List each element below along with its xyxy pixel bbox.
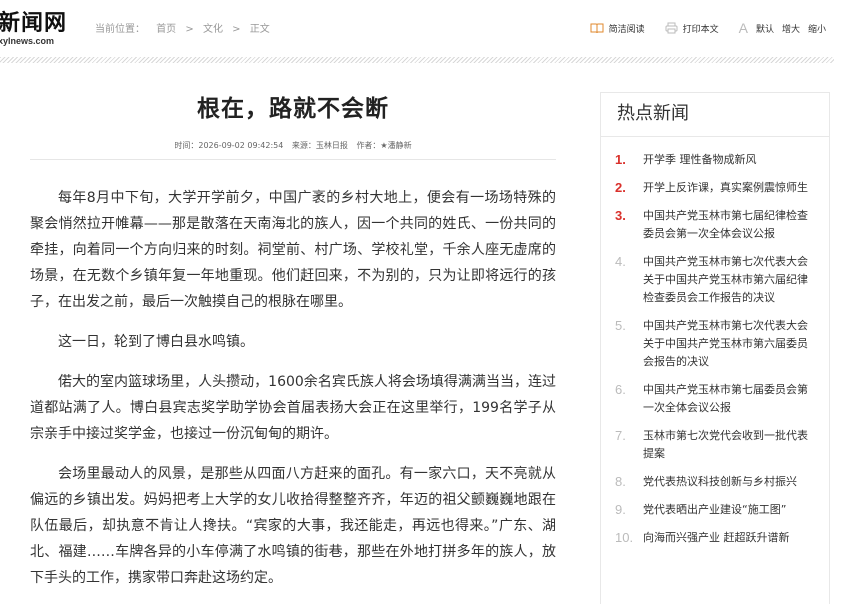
article-source: 来源：玉林日报 [291, 141, 348, 150]
article-meta: 时间：2026-09-02 09:42:54 来源：玉林日报 作者：★潘静新 [30, 140, 556, 151]
hot-news-panel: 热点新闻 1. 开学季 理性备物成新风 2. 开学上反诈课，真实案例震惊师生 3… [600, 92, 830, 604]
hot-news-item[interactable]: 7. 玉林市第七次党代会收到一批代表提案 [615, 427, 815, 463]
breadcrumb-home[interactable]: 首页 [156, 20, 176, 35]
article-paragraph: 这一日，轮到了博白县水鸣镇。 [58, 334, 254, 350]
font-size-icon: A [738, 20, 748, 36]
simple-read-label: 简洁阅读 [608, 24, 645, 35]
hot-news-rank: 4. [615, 254, 626, 269]
font-smaller-button[interactable]: 缩小 [808, 22, 826, 35]
header-divider [0, 57, 834, 63]
breadcrumb-separator: > [185, 24, 194, 35]
hot-news-item[interactable]: 5. 中国共产党玉林市第七次代表大会关于中国共产党玉林市第六届委员会报告的决议 [615, 317, 815, 371]
simple-read-button[interactable]: 简洁阅读 [590, 22, 645, 35]
hot-news-list: 1. 开学季 理性备物成新风 2. 开学上反诈课，真实案例震惊师生 3. 中国共… [601, 137, 829, 547]
hot-news-link[interactable]: 党代表热议科技创新与乡村振兴 [643, 473, 797, 491]
hot-news-link[interactable]: 党代表晒出产业建设“施工图” [643, 501, 786, 519]
article-tools: 简洁阅读 打印本文 A 默认 增大 缩小 [570, 20, 826, 36]
top-bar: 新闻网 xylnews.com 当前位置： 首页 > 文化 > 正文 简洁阅读 … [0, 0, 850, 58]
hot-news-item[interactable]: 10. 向海而兴强产业 赶超跃升谱新 [615, 529, 815, 547]
hot-news-item[interactable]: 8. 党代表热议科技创新与乡村振兴 [615, 473, 815, 491]
hot-news-rank: 7. [615, 428, 626, 443]
hot-news-header: 热点新闻 [601, 93, 829, 137]
hot-news-item[interactable]: 4. 中国共产党玉林市第七次代表大会关于中国共产党玉林市第六届纪律检查委员会工作… [615, 253, 815, 307]
hot-news-rank: 1. [615, 152, 626, 167]
hot-news-link[interactable]: 玉林市第七次党代会收到一批代表提案 [643, 427, 815, 463]
hot-news-rank: 3. [615, 208, 626, 223]
hot-news-rank: 6. [615, 382, 626, 397]
logo-text: 新闻网 [0, 10, 68, 36]
hot-news-link[interactable]: 中国共产党玉林市第七届纪律检查委员会第一次全体会议公报 [643, 207, 815, 243]
hot-news-rank: 9. [615, 502, 626, 517]
hot-news-rank: 10. [615, 530, 634, 545]
breadcrumb-current: 正文 [249, 24, 270, 35]
logo-domain: xylnews.com [0, 36, 55, 46]
breadcrumb-separator: > [232, 24, 241, 35]
print-button[interactable]: 打印本文 [665, 22, 719, 35]
hot-news-item[interactable]: 2. 开学上反诈课，真实案例震惊师生 [615, 179, 815, 197]
article-paragraph: 会场里最动人的风景，是那些从四面八方赶来的面孔。有一家六口，天不亮就从偏远的乡镇… [30, 466, 556, 586]
hot-news-link[interactable]: 开学上反诈课，真实案例震惊师生 [643, 179, 808, 197]
hot-news-link[interactable]: 中国共产党玉林市第七次代表大会关于中国共产党玉林市第六届委员会报告的决议 [643, 317, 815, 371]
hot-news-link[interactable]: 中国共产党玉林市第七次代表大会关于中国共产党玉林市第六届纪律检查委员会工作报告的… [643, 253, 815, 307]
hot-news-title: 热点新闻 [617, 103, 689, 124]
site-logo[interactable]: 新闻网 xylnews.com [0, 11, 67, 46]
hot-news-item[interactable]: 3. 中国共产党玉林市第七届纪律检查委员会第一次全体会议公报 [615, 207, 815, 243]
hot-news-item[interactable]: 9. 党代表晒出产业建设“施工图” [615, 501, 815, 519]
printer-icon [665, 22, 678, 34]
hot-news-item[interactable]: 6. 中国共产党玉林市第七届委员会第一次全体会议公报 [615, 381, 815, 417]
breadcrumb-label: 当前位置： [95, 24, 145, 35]
hot-news-link[interactable]: 中国共产党玉林市第七届委员会第一次全体会议公报 [643, 381, 815, 417]
font-size-controls: A 默认 增大 缩小 [739, 20, 826, 36]
hot-news-item[interactable]: 1. 开学季 理性备物成新风 [615, 151, 815, 169]
hot-news-link[interactable]: 开学季 理性备物成新风 [643, 151, 757, 169]
article-title: 根在，路就不会断 [197, 96, 389, 122]
hot-news-rank: 2. [615, 180, 626, 195]
article-author: 作者：★潘静新 [356, 141, 412, 150]
article-paragraph: 每年8月中下旬，大学开学前夕，中国广袤的乡村大地上，便会有一场场特殊的聚会悄然拉… [30, 190, 556, 310]
hot-news-rank: 8. [615, 474, 626, 489]
font-larger-button[interactable]: 增大 [782, 22, 800, 35]
hot-news-rank: 5. [615, 318, 626, 333]
hot-news-link[interactable]: 向海而兴强产业 赶超跃升谱新 [643, 529, 790, 547]
font-default-button[interactable]: 默认 [756, 22, 774, 35]
article-time: 时间：2026-09-02 09:42:54 [174, 141, 284, 150]
breadcrumb: 当前位置： 首页 > 文化 > 正文 [95, 20, 270, 35]
article-body: 每年8月中下旬，大学开学前夕，中国广袤的乡村大地上，便会有一场场特殊的聚会悄然拉… [30, 185, 556, 604]
meta-divider [30, 159, 556, 160]
breadcrumb-section[interactable]: 文化 [203, 20, 223, 35]
article-paragraph: 偌大的室内篮球场里，人头攒动，1600余名宾氏族人将会场填得满满当当，连过道都站… [30, 374, 556, 442]
print-label: 打印本文 [682, 24, 719, 35]
book-icon [590, 23, 604, 33]
